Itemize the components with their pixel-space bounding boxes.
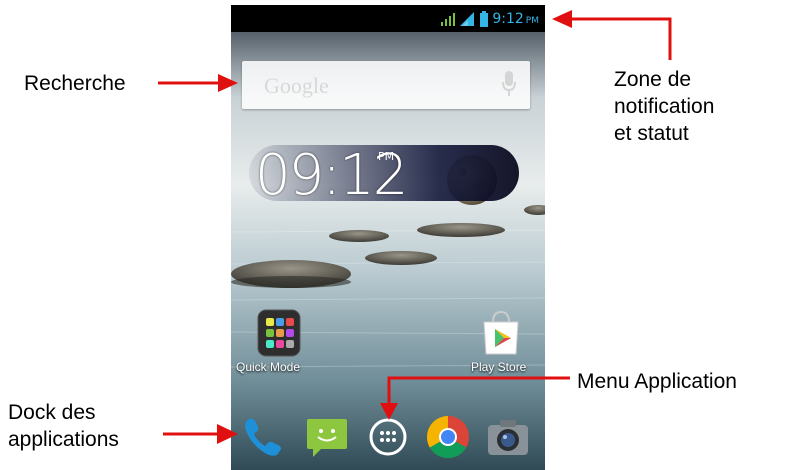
arrow-notification	[572, 17, 672, 60]
arrowhead-dock	[217, 424, 238, 444]
arrow-menu	[387, 376, 570, 405]
arrowhead-search	[218, 74, 238, 92]
arrowhead-menu	[380, 403, 398, 420]
arrowhead-notification	[552, 10, 572, 28]
annotation-arrows	[158, 10, 672, 444]
